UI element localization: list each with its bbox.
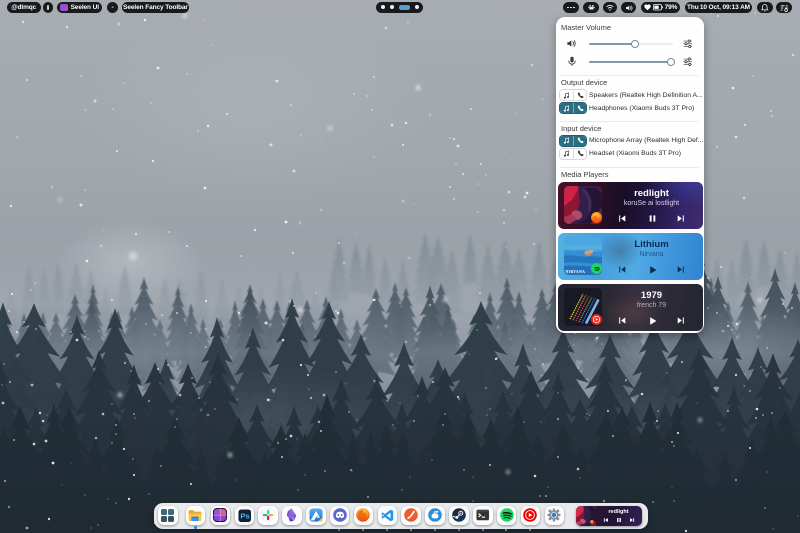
svg-text:NIRVANA: NIRVANA (566, 269, 586, 274)
svg-text:Ps: Ps (240, 511, 249, 520)
